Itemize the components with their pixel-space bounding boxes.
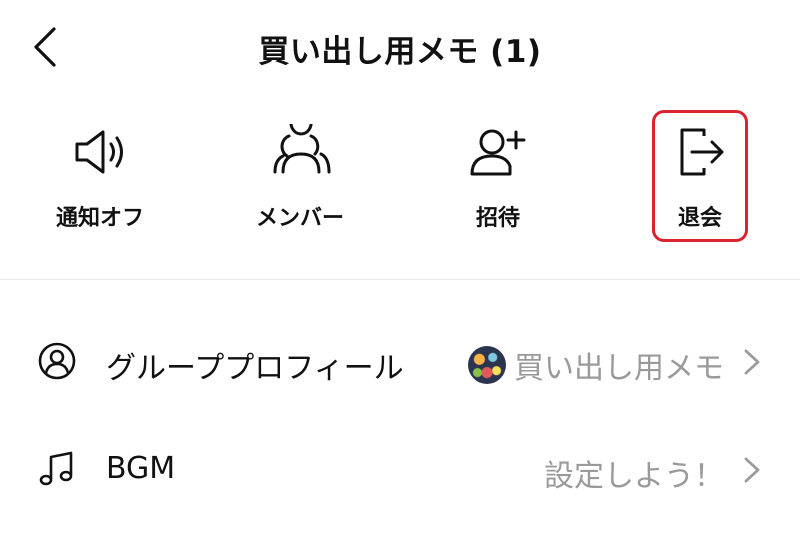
group-profile-row[interactable]: グループプロフィール 買い出し用メモ xyxy=(0,316,800,406)
leave-button[interactable]: 退会 xyxy=(620,100,780,250)
bgm-value: 設定しよう！ xyxy=(544,459,724,494)
invite-button[interactable]: 招待 xyxy=(418,100,578,250)
bgm-label: BGM xyxy=(106,451,176,486)
music-note-icon xyxy=(39,451,73,486)
members-label: メンバー xyxy=(255,206,344,231)
members-button[interactable]: メンバー xyxy=(220,100,380,250)
speaker-icon xyxy=(75,130,123,174)
divider xyxy=(0,279,800,280)
add-person-icon xyxy=(470,129,526,176)
leave-label: 退会 xyxy=(677,206,722,231)
profile-circle-icon xyxy=(38,342,76,380)
members-icon xyxy=(273,124,331,174)
group-avatar xyxy=(468,346,506,384)
header: 買い出し用メモ (1) xyxy=(0,0,800,96)
page-title: 買い出し用メモ (1) xyxy=(258,34,542,70)
group-profile-label: グループプロフィール xyxy=(106,351,404,386)
invite-label: 招待 xyxy=(475,206,520,231)
chevron-right-icon xyxy=(744,457,760,483)
leave-icon xyxy=(680,128,724,176)
group-name: 買い出し用メモ xyxy=(514,351,724,386)
chevron-right-icon xyxy=(744,349,760,375)
bgm-row[interactable]: BGM 設定しよう！ xyxy=(0,424,800,514)
chat-settings-screen: 買い出し用メモ (1) 通知オフ メンバー 招待 退会 グループプロフィール 買… xyxy=(0,0,800,533)
notification-off-label: 通知オフ xyxy=(55,206,144,231)
action-row: 通知オフ メンバー 招待 退会 xyxy=(0,100,800,250)
group-profile-value: 買い出し用メモ xyxy=(468,343,724,387)
notification-off-button[interactable]: 通知オフ xyxy=(20,100,180,250)
